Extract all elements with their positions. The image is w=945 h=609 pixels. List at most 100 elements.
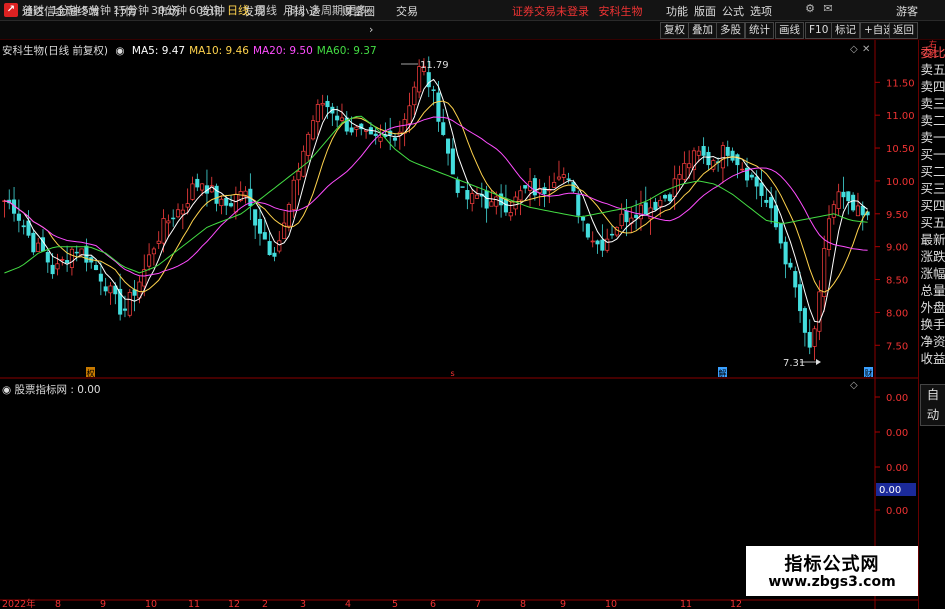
candle-body	[634, 214, 639, 218]
toolbar-button-3[interactable]: 统计	[745, 22, 774, 39]
side-item-6[interactable]: 买一	[920, 146, 945, 163]
candle-body	[306, 133, 311, 156]
candle-body	[663, 195, 668, 199]
candle-body	[93, 265, 99, 271]
side-item-8[interactable]: 买三	[920, 180, 945, 197]
side-item-7[interactable]: 买二	[920, 163, 945, 180]
toolbar-button-0[interactable]: 复权	[660, 22, 689, 39]
side-item-4[interactable]: 卖二	[920, 112, 945, 129]
candle-body	[585, 223, 590, 238]
date-tick-label: 8	[55, 599, 61, 609]
side-item-16[interactable]: 换手	[920, 316, 945, 333]
candle-body	[682, 163, 687, 180]
candle-body	[503, 199, 508, 213]
candle-body	[431, 89, 436, 91]
side-item-15[interactable]: 外盘	[920, 299, 945, 316]
candle-body	[532, 178, 537, 196]
toolbar-button-4[interactable]: 画线	[775, 22, 804, 39]
trade-login-notice[interactable]: 证券交易未登录 安科生物	[512, 3, 643, 19]
period-tab-6[interactable]: 日线	[227, 2, 249, 18]
candle-body	[229, 203, 234, 207]
notice-stock-link[interactable]: 安科生物	[599, 5, 643, 18]
period-tab-8[interactable]: 月线	[283, 2, 305, 18]
indicator-gear-icon[interactable]: ◉	[2, 384, 11, 396]
sub-chart-header: ◉ 股票指标网 : 0.00	[2, 382, 101, 397]
app-logo-icon: ↗	[4, 3, 18, 17]
event-marker-label: 解	[719, 368, 727, 378]
candle-body	[831, 204, 836, 218]
candle-body	[277, 240, 282, 252]
candle-body	[489, 201, 494, 207]
candle-body	[812, 328, 817, 347]
toolbar-button-5[interactable]: F10	[805, 22, 833, 39]
period-tab-1[interactable]: 1分钟	[51, 2, 80, 18]
period-tab-9[interactable]: 多周期	[310, 2, 343, 18]
side-item-10[interactable]: 买五	[920, 214, 945, 231]
period-tab-3[interactable]: 15分钟	[113, 2, 149, 18]
candle-body	[60, 259, 65, 261]
period-tab-2[interactable]: 5分钟	[82, 2, 111, 18]
ma10-line	[4, 100, 869, 293]
candle-body	[759, 182, 764, 196]
settings-icon[interactable]: ⚙	[803, 2, 817, 16]
side-item-18[interactable]: 收益	[920, 350, 945, 367]
toolbar-button-6[interactable]: 标记	[831, 22, 860, 39]
kline-chart[interactable]: 11.50 11.00 10.50 10.00 9.50 9.00 8.50 8.00 7.50…	[0, 40, 918, 609]
candle-body	[600, 239, 605, 251]
side-item-12[interactable]: 涨跌	[920, 248, 945, 265]
period-tab-7[interactable]: 周线	[255, 2, 277, 18]
gear-icon[interactable]: ◉	[115, 45, 124, 57]
side-item-3[interactable]: 卖三	[920, 95, 945, 112]
side-item-11[interactable]: 最新	[920, 231, 945, 248]
candle-body	[653, 201, 658, 210]
candle-body	[701, 146, 706, 156]
chevron-right-icon[interactable]: ›	[369, 23, 373, 36]
candle-body	[296, 171, 301, 181]
candle-body	[730, 150, 735, 161]
price-tick-label: 10.00	[886, 177, 915, 188]
candle-body	[851, 194, 856, 211]
right-menu-0[interactable]: 功能	[666, 3, 688, 19]
side-item-5[interactable]: 卖一	[920, 129, 945, 146]
candle-body	[253, 209, 258, 226]
candle-body	[175, 209, 181, 218]
high-label: 11.79	[420, 60, 449, 71]
price-tick-label: 9.00	[886, 243, 908, 254]
right-menu-3[interactable]: 选项	[750, 3, 772, 19]
side-item-14[interactable]: 总量	[920, 282, 945, 299]
side-item-17[interactable]: 净资	[920, 333, 945, 350]
toolbar-button-1[interactable]: 叠加	[688, 22, 717, 39]
side-item-9[interactable]: 买四	[920, 197, 945, 214]
message-icon[interactable]: ✉	[821, 2, 835, 16]
price-tick-label: 11.50	[886, 78, 915, 89]
candle-body	[460, 186, 465, 188]
candle-body	[754, 176, 759, 187]
guest-user[interactable]: 游客	[896, 3, 918, 19]
current-value: 0.00	[879, 485, 901, 496]
auto-button[interactable]: 自动	[920, 384, 945, 426]
ma-lines	[4, 78, 869, 323]
menu-6[interactable]: 交易	[396, 3, 418, 19]
candle-body	[706, 151, 711, 166]
side-item-2[interactable]: 卖四	[920, 78, 945, 95]
ma5-line	[4, 78, 868, 323]
candle-body	[798, 284, 803, 312]
ma-labels: MA5: 9.47 MA10: 9.46 MA20: 9.50 MA60: 9.37	[128, 45, 377, 57]
candle-body	[778, 223, 783, 244]
period-tab-5[interactable]: 60分钟	[189, 2, 225, 18]
side-item-0[interactable]: 委比	[920, 44, 945, 61]
date-tick-label: 11	[188, 599, 200, 609]
side-item-13[interactable]: 涨幅	[920, 265, 945, 282]
right-menu-1[interactable]: 版面	[694, 3, 716, 19]
candle-body	[720, 145, 725, 169]
period-tab-4[interactable]: 30分钟	[151, 2, 187, 18]
period-tab-10[interactable]: 更多	[345, 2, 367, 18]
candle-body	[518, 190, 523, 201]
period-tab-0[interactable]: 分时	[22, 2, 44, 18]
candle-body	[735, 154, 740, 166]
toolbar-button-8[interactable]: 返回	[889, 22, 918, 39]
toolbar-button-2[interactable]: 多股	[716, 22, 745, 39]
right-menu-2[interactable]: 公式	[722, 3, 744, 19]
side-item-1[interactable]: 卖五	[920, 61, 945, 78]
candle-body	[272, 252, 277, 257]
